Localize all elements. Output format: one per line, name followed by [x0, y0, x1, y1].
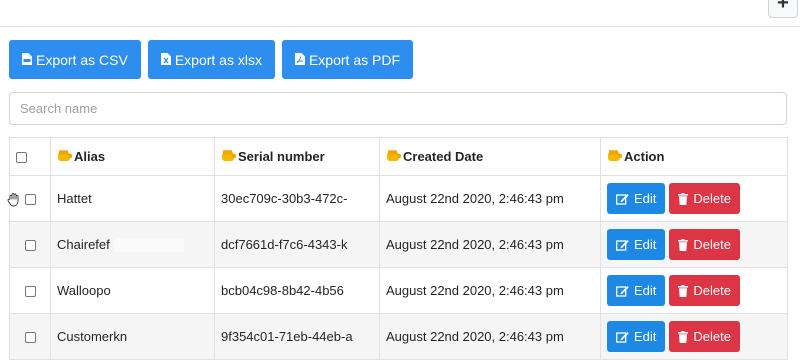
- delete-button[interactable]: Delete: [669, 183, 740, 214]
- edit-icon: [616, 331, 629, 343]
- column-label-alias: Alias: [74, 149, 106, 164]
- export-csv-label: Export as CSV: [36, 51, 128, 68]
- fist-icon: [387, 150, 401, 161]
- export-xlsx-label: Export as xlsx: [174, 51, 262, 68]
- export-pdf-label: Export as PDF: [308, 51, 400, 68]
- delete-label: Delete: [693, 191, 731, 206]
- action-cell: Edit Delete: [600, 313, 788, 360]
- edit-button[interactable]: Edit: [607, 183, 666, 214]
- created-date-cell: August 22nd 2020, 2:46:43 pm: [379, 267, 601, 314]
- edit-button[interactable]: Edit: [607, 275, 666, 306]
- column-label-action: Action: [624, 149, 665, 164]
- select-all-checkbox[interactable]: [16, 152, 27, 164]
- delete-label: Delete: [693, 237, 731, 252]
- column-label-serial: Serial number: [238, 149, 325, 164]
- fist-icon: [222, 150, 236, 161]
- column-label-created: Created Date: [403, 149, 484, 164]
- add-button[interactable]: +: [768, 0, 798, 18]
- export-xlsx-button[interactable]: Export as xlsx: [147, 40, 275, 79]
- alias-cell: Walloopo: [50, 267, 215, 314]
- export-csv-button[interactable]: Export as CSV: [9, 40, 141, 79]
- table-row: Customerkn 9f354c01-71eb-44eb-a August 2…: [9, 313, 788, 360]
- row-checkbox[interactable]: [24, 332, 36, 344]
- row-select-cell: [9, 267, 51, 314]
- file-csv-icon: [22, 52, 32, 68]
- action-cell: Edit Delete: [600, 267, 788, 314]
- edit-label: Edit: [634, 191, 657, 206]
- edit-icon: [616, 239, 629, 251]
- action-cell: Edit Delete: [600, 221, 788, 268]
- serial-cell: bcb04c98-8b42-4b56: [214, 267, 380, 314]
- redacted-area: [113, 238, 184, 253]
- edit-label: Edit: [634, 283, 657, 298]
- column-header-serial[interactable]: Serial number: [214, 137, 380, 176]
- edit-icon: [616, 193, 629, 205]
- created-date-cell: August 22nd 2020, 2:46:43 pm: [379, 313, 601, 360]
- serial-cell: dcf7661d-f7c6-4343-k: [214, 221, 380, 268]
- edit-button[interactable]: Edit: [607, 321, 666, 352]
- row-select-cell: [9, 313, 51, 360]
- delete-label: Delete: [693, 329, 731, 344]
- table-row: Chairefef dcf7661d-f7c6-4343-k August 22…: [9, 221, 788, 268]
- row-checkbox[interactable]: [24, 240, 36, 252]
- row-checkbox[interactable]: [24, 286, 36, 298]
- trash-icon: [678, 284, 689, 297]
- row-select-cell: [9, 221, 51, 268]
- trash-icon: [678, 238, 689, 251]
- edit-label: Edit: [634, 329, 657, 344]
- select-all-cell: [9, 137, 51, 176]
- alias-cell: Hattet: [50, 175, 215, 222]
- row-checkbox[interactable]: [24, 194, 36, 206]
- fist-icon: [608, 150, 622, 161]
- grab-cursor-icon: [7, 193, 19, 207]
- file-excel-icon: [160, 52, 171, 68]
- trash-icon: [678, 192, 689, 205]
- table-row: Walloopo bcb04c98-8b42-4b56 August 22nd …: [9, 267, 788, 314]
- delete-button[interactable]: Delete: [669, 275, 740, 306]
- delete-button[interactable]: Delete: [669, 229, 740, 260]
- column-header-alias[interactable]: Alias: [50, 137, 215, 176]
- data-table: Alias Serial number Created Date Action …: [9, 137, 788, 360]
- alias-cell: Customerkn: [50, 313, 215, 360]
- created-date-cell: August 22nd 2020, 2:46:43 pm: [379, 221, 601, 268]
- column-header-created[interactable]: Created Date: [379, 137, 601, 176]
- delete-button[interactable]: Delete: [669, 321, 740, 352]
- serial-cell: 9f354c01-71eb-44eb-a: [214, 313, 380, 360]
- edit-label: Edit: [634, 237, 657, 252]
- file-pdf-icon: [294, 52, 305, 68]
- export-pdf-button[interactable]: Export as PDF: [281, 40, 413, 79]
- alias-cell: Chairefef: [50, 221, 215, 268]
- top-bar: +: [0, 0, 800, 27]
- column-header-action: Action: [600, 137, 788, 176]
- edit-icon: [616, 285, 629, 297]
- fist-icon: [58, 150, 72, 161]
- action-cell: Edit Delete: [600, 175, 788, 222]
- trash-icon: [678, 330, 689, 343]
- serial-cell: 30ec709c-30b3-472c-: [214, 175, 380, 222]
- edit-button[interactable]: Edit: [607, 229, 666, 260]
- alias-text: Chairefef: [57, 236, 110, 252]
- table-header-row: Alias Serial number Created Date Action: [9, 137, 788, 176]
- delete-label: Delete: [693, 283, 731, 298]
- search-input[interactable]: [9, 92, 787, 125]
- export-toolbar: Export as CSV Export as xlsx Export as P…: [9, 40, 413, 79]
- table-row: Hattet 30ec709c-30b3-472c- August 22nd 2…: [9, 175, 788, 222]
- created-date-cell: August 22nd 2020, 2:46:43 pm: [379, 175, 601, 222]
